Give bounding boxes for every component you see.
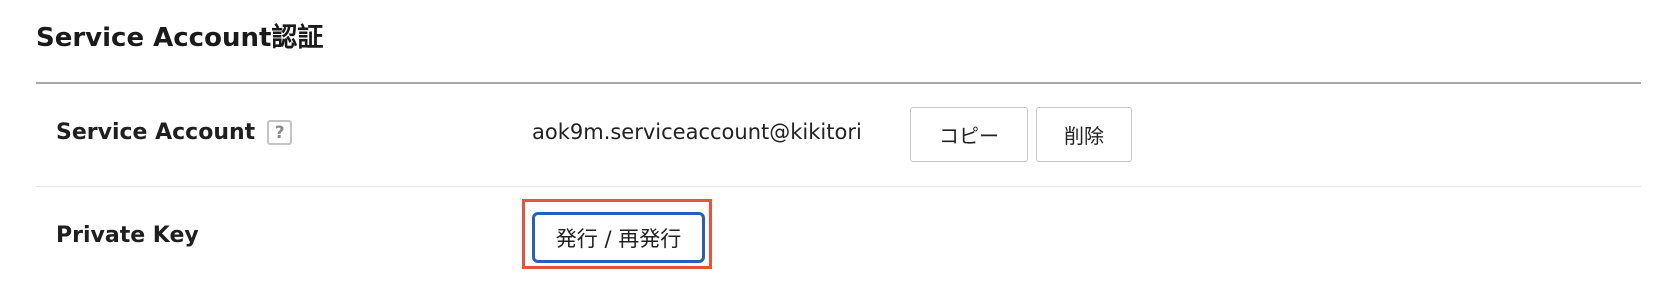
copy-button[interactable]: コピー [910, 107, 1028, 162]
service-account-label: Service Account [56, 120, 256, 145]
service-account-row: Service Account ? aok9m.serviceaccount@k… [36, 84, 1641, 187]
issue-reissue-button[interactable]: 発行 / 再発行 [532, 212, 705, 263]
help-icon[interactable]: ? [267, 120, 293, 145]
section-title: Service Account認証 [36, 23, 324, 53]
private-key-row: Private Key 発行 / 再発行 [36, 187, 1641, 288]
service-account-label-group: Service Account ? [56, 120, 293, 145]
delete-button[interactable]: 削除 [1036, 107, 1132, 162]
private-key-label: Private Key [56, 223, 199, 248]
service-account-value: aok9m.serviceaccount@kikitori [532, 120, 862, 144]
